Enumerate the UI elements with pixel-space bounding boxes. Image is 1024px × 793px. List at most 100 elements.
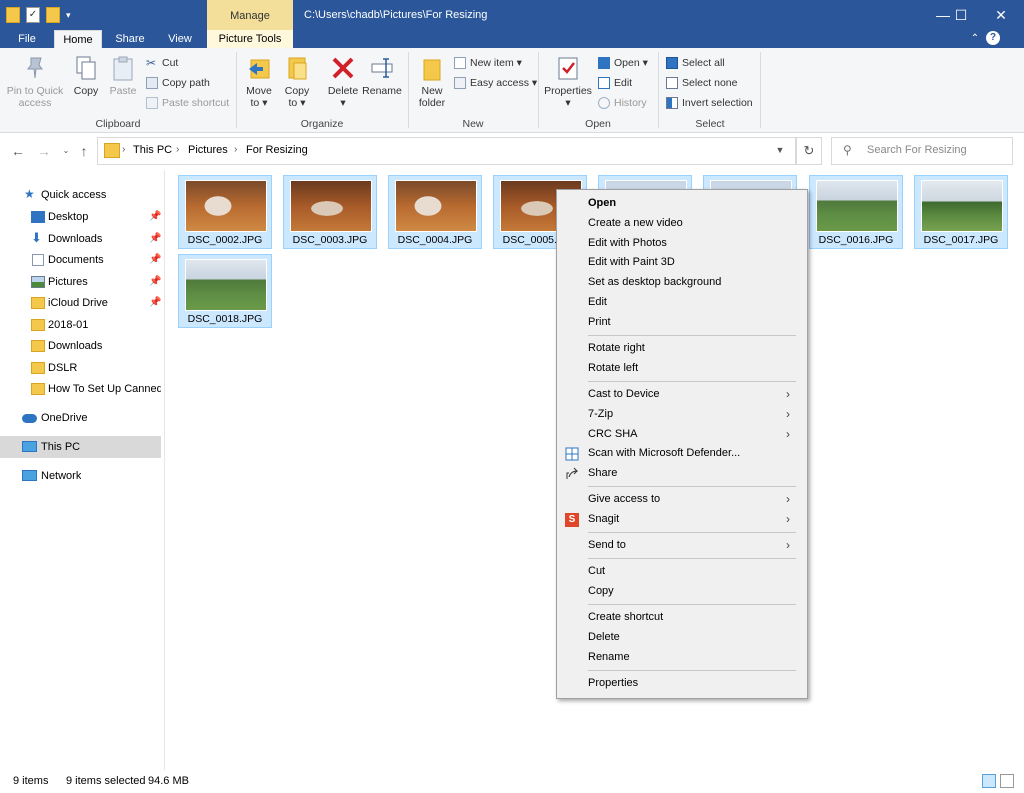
nav-quick-access[interactable]: ★ Quick access [0,184,161,206]
paste-shortcut-button[interactable]: Paste shortcut [146,94,229,112]
menu-item-send-to[interactable]: Send to [588,535,626,555]
copy-path-button[interactable]: Copy path [146,74,210,92]
back-arrow-icon[interactable]: ← [10,142,26,160]
menu-item-delete[interactable]: Delete [588,627,620,647]
delete-button[interactable]: Delete ▾ [324,52,362,109]
manage-context-tab[interactable]: Manage [207,0,293,30]
tab-picture-tools[interactable]: Picture Tools [207,30,293,49]
menu-item-edit-paint3d[interactable]: Edit with Paint 3D [588,252,675,272]
file-item[interactable]: DSC_0002.JPG [178,175,272,249]
menu-item-set-background[interactable]: Set as desktop background [588,272,721,292]
copy-button[interactable]: Copy [70,52,102,97]
easy-access-button[interactable]: Easy access ▾ [454,74,537,92]
breadcrumb-separator[interactable]: › [122,137,125,163]
rename-button[interactable]: Rename [362,52,402,97]
breadcrumb-this-pc[interactable]: This PC [133,137,172,163]
nav-item-2018-01[interactable]: 2018-01 [0,314,161,336]
search-placeholder: Search For Resizing [867,144,967,156]
menu-item-give-access[interactable]: Give access to [588,489,660,509]
up-arrow-icon[interactable]: ↑ [76,142,92,160]
nav-item-downloads-folder[interactable]: Downloads [0,335,161,357]
pin-icon[interactable]: 📌 [149,206,161,228]
select-all-button[interactable]: Select all [666,54,725,72]
menu-item-edit[interactable]: Edit [588,292,607,312]
file-item[interactable]: DSC_0004.JPG [388,175,482,249]
copy-to-button[interactable]: Copy to ▾ [280,52,314,109]
tab-home[interactable]: Home [54,30,102,50]
nav-onedrive[interactable]: OneDrive [0,407,161,429]
nav-this-pc[interactable]: This PC [0,436,161,458]
recent-locations-chevron-icon[interactable]: ⌄ [58,142,74,160]
forward-arrow-icon[interactable]: → [36,142,52,160]
nav-item-desktop[interactable]: Desktop 📌 [0,206,161,228]
menu-separator [588,558,796,559]
history-icon [598,97,610,109]
nav-item-downloads[interactable]: ⬇ Downloads 📌 [0,228,161,250]
invert-selection-button[interactable]: Invert selection [666,94,753,112]
file-item[interactable]: DSC_0018.JPG [178,254,272,328]
pin-icon[interactable]: 📌 [149,249,161,271]
select-none-button[interactable]: Select none [666,74,737,92]
tab-file[interactable]: File [8,30,46,48]
breadcrumb-for-resizing[interactable]: For Resizing [246,137,308,163]
menu-item-open[interactable]: Open [588,193,616,213]
help-icon[interactable]: ? [986,31,1000,45]
cut-button[interactable]: ✂ Cut [146,54,178,72]
nav-item-icloud-drive[interactable]: iCloud Drive 📌 [0,292,161,314]
tab-view[interactable]: View [158,30,202,48]
refresh-icon[interactable]: ↻ [796,137,822,165]
breadcrumb-pictures[interactable]: Pictures [188,137,228,163]
menu-item-rotate-left[interactable]: Rotate left [588,358,638,378]
properties-button[interactable]: Properties ▾ [542,52,594,109]
menu-item-create-shortcut[interactable]: Create shortcut [588,607,663,627]
search-icon: ⚲ [843,143,852,157]
new-folder-button[interactable]: New folder [414,52,450,109]
menu-item-scan-defender[interactable]: Scan with Microsoft Defender... [588,443,740,463]
pin-icon[interactable]: 📌 [149,292,161,314]
properties-check-icon[interactable]: ✓ [26,7,40,23]
nav-item-dslr[interactable]: DSLR [0,357,161,379]
menu-item-copy[interactable]: Copy [588,581,614,601]
breadcrumb-separator[interactable]: › [234,137,237,163]
address-dropdown-icon[interactable]: ▼ [770,137,790,163]
close-button[interactable]: ✕ [978,0,1024,30]
menu-item-crc-sha[interactable]: CRC SHA [588,424,638,444]
new-folder-icon[interactable] [46,7,60,23]
pin-icon[interactable]: 📌 [149,271,161,293]
menu-item-share[interactable]: Share [588,463,617,483]
menu-item-print[interactable]: Print [588,312,611,332]
menu-item-rename[interactable]: Rename [588,647,630,667]
edit-button[interactable]: Edit [598,74,632,92]
move-to-button[interactable]: Move to ▾ [242,52,276,109]
menu-item-7zip[interactable]: 7-Zip [588,404,613,424]
file-item[interactable]: DSC_0017.JPG [914,175,1008,249]
menu-item-cast-to-device[interactable]: Cast to Device [588,384,660,404]
new-item-icon [454,57,466,69]
details-view-icon[interactable] [982,774,996,788]
nav-item-pictures[interactable]: Pictures 📌 [0,271,161,293]
nav-item-documents[interactable]: Documents 📌 [0,249,161,271]
menu-item-rotate-right[interactable]: Rotate right [588,338,645,358]
ribbon-collapse-icon[interactable]: ⌃ [968,30,982,48]
paste-button[interactable]: Paste [106,52,140,97]
pin-to-quick-access-button[interactable]: Pin to Quick access [4,52,66,109]
file-item[interactable]: DSC_0003.JPG [283,175,377,249]
menu-item-create-video[interactable]: Create a new video [588,213,683,233]
open-button[interactable]: Open ▾ [598,54,648,72]
new-item-button[interactable]: New item ▾ [454,54,522,72]
tab-share[interactable]: Share [108,30,152,48]
folder-icon[interactable] [6,7,20,23]
breadcrumb-separator[interactable]: › [176,137,179,163]
pin-icon[interactable]: 📌 [149,228,161,250]
history-button[interactable]: History [598,94,647,112]
menu-item-cut[interactable]: Cut [588,561,605,581]
menu-item-edit-photos[interactable]: Edit with Photos [588,233,667,253]
menu-item-snagit[interactable]: Snagit [588,509,619,529]
nav-network[interactable]: Network [0,465,161,487]
large-icons-view-icon[interactable] [1000,774,1014,788]
menu-item-properties[interactable]: Properties [588,673,638,693]
customize-dropdown-icon[interactable]: ▾ [66,10,71,21]
file-item[interactable]: DSC_0016.JPG [809,175,903,249]
nav-item-canned[interactable]: How To Set Up Canned I [0,378,161,400]
submenu-arrow-icon: › [786,387,790,401]
